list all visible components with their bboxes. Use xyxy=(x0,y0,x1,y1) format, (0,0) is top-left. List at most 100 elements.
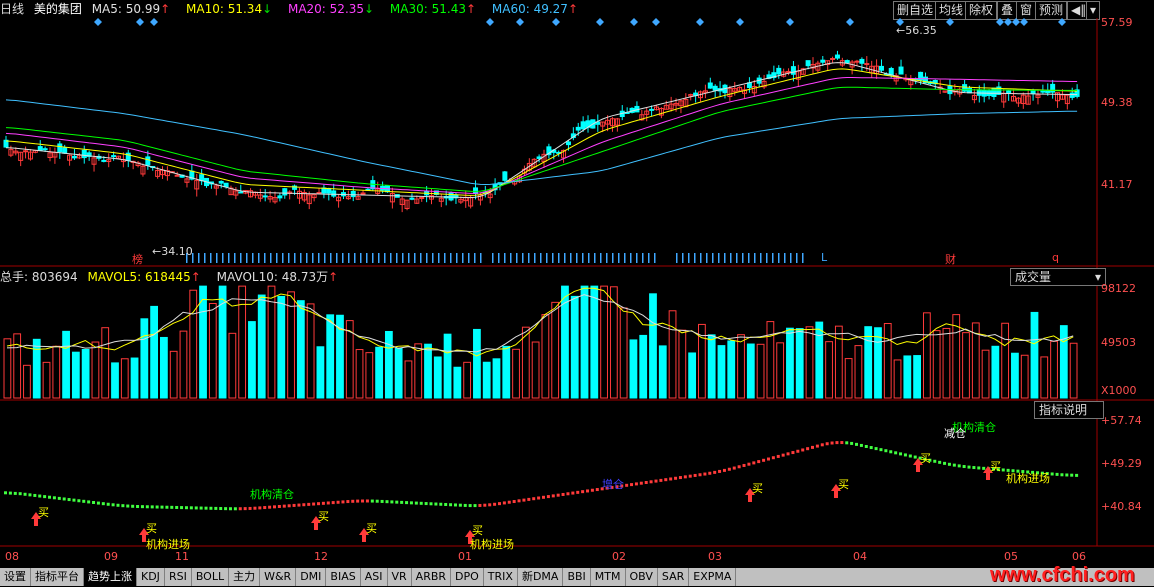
event-tick xyxy=(706,253,708,263)
signal-diamond-icon xyxy=(136,18,144,26)
mavol5-key: MAVOL5: xyxy=(87,270,142,284)
volume-bar xyxy=(707,334,716,399)
event-tick xyxy=(282,253,284,263)
volume-selector[interactable]: 成交量 ▾ xyxy=(1010,268,1106,286)
tab-8[interactable]: DMI xyxy=(296,568,327,586)
volume-bar xyxy=(932,330,941,399)
volume-bar xyxy=(991,345,1000,399)
indicator-dot xyxy=(933,459,937,463)
volume-bar xyxy=(570,295,579,399)
buy-label: 买 xyxy=(838,478,849,491)
candle-body xyxy=(331,190,337,197)
event-tick xyxy=(648,253,650,263)
volume-bar xyxy=(1040,356,1049,399)
event-tick xyxy=(540,253,542,263)
indicator-dot xyxy=(747,462,751,466)
indicator-dot xyxy=(972,466,976,470)
indicator-dot xyxy=(527,497,531,501)
volume-bar xyxy=(414,343,423,399)
indicator-dot xyxy=(150,505,154,509)
tab-7[interactable]: W&R xyxy=(260,568,297,586)
tab-5[interactable]: BOLL xyxy=(192,568,230,586)
event-tick xyxy=(700,253,702,263)
volume-bar xyxy=(150,305,159,399)
tab-0[interactable]: 设置 xyxy=(0,568,31,586)
indicator-dot xyxy=(273,505,276,509)
volume-bar xyxy=(717,345,726,399)
x-label-1: 09 xyxy=(104,550,118,563)
indicator-dot xyxy=(140,505,144,509)
tab-1[interactable]: 指标平台 xyxy=(31,568,84,586)
event-tick xyxy=(234,253,236,263)
tab-16[interactable]: BBI xyxy=(563,568,591,586)
indicator-dot xyxy=(669,477,673,481)
candle-body xyxy=(1030,89,1036,94)
event-tick xyxy=(300,253,302,263)
volume-bar xyxy=(375,346,383,399)
event-tick xyxy=(612,253,614,263)
event-tick xyxy=(618,253,620,263)
tab-20[interactable]: EXPMA xyxy=(689,568,737,586)
candle-body xyxy=(820,59,826,63)
tab-19[interactable]: SAR xyxy=(658,568,690,586)
tab-13[interactable]: DPO xyxy=(451,568,484,586)
volume-axis-mid: 49503 xyxy=(1101,336,1136,349)
indicator-dot xyxy=(815,444,819,448)
volume-bar xyxy=(727,340,736,399)
indicator-dot xyxy=(796,449,800,453)
tab-4[interactable]: RSI xyxy=(165,568,192,586)
volume-bar xyxy=(52,345,61,399)
volume-bar xyxy=(326,314,335,399)
indicator-dot xyxy=(414,501,418,505)
volume-bar xyxy=(179,330,188,399)
volume-bar xyxy=(805,326,814,399)
indicator-dot xyxy=(678,476,682,480)
signal-diamond-icon xyxy=(1012,18,1020,26)
volume-bar xyxy=(111,362,119,399)
mavol5-value: 618445 xyxy=(144,270,191,284)
indicator-dot xyxy=(268,505,272,509)
buy-label: 买 xyxy=(318,510,329,523)
candle-body xyxy=(707,82,713,89)
watermark: www.cfchi.com xyxy=(990,564,1135,586)
volume-bar xyxy=(101,327,110,399)
event-tick xyxy=(228,253,230,263)
tab-12[interactable]: ARBR xyxy=(412,568,452,586)
signal-diamond-icon xyxy=(786,18,794,26)
candle-body xyxy=(786,70,792,73)
tab-18[interactable]: OBV xyxy=(626,568,658,586)
indicator-dot xyxy=(830,441,834,445)
tab-10[interactable]: ASI xyxy=(361,568,388,586)
indicator-dot xyxy=(537,496,541,500)
event-tick xyxy=(420,253,422,263)
event-tick xyxy=(450,253,452,263)
tab-2[interactable]: 趋势上涨 xyxy=(84,568,137,586)
indicator-dot xyxy=(791,451,795,455)
indicator-dot xyxy=(121,504,125,508)
indicator-explain-button[interactable]: 指标说明 xyxy=(1034,401,1104,419)
event-tick xyxy=(246,253,248,263)
low-price-value: 34.10 xyxy=(161,245,193,258)
event-tick xyxy=(760,253,762,263)
tab-17[interactable]: MTM xyxy=(591,568,626,586)
tab-11[interactable]: VR xyxy=(388,568,412,586)
signal-diamond-icon xyxy=(552,18,560,26)
event-tick xyxy=(258,253,260,263)
tab-6[interactable]: 主力 xyxy=(229,568,261,586)
indicator-dot xyxy=(13,491,17,495)
signal-diamond-icon xyxy=(736,18,744,26)
tab-3[interactable]: KDJ xyxy=(137,568,165,586)
candle-body xyxy=(1050,83,1056,93)
volume-bar xyxy=(238,285,247,399)
volume-bar xyxy=(296,300,305,399)
tab-15[interactable]: 新DMA xyxy=(518,568,564,586)
volume-bar xyxy=(619,307,628,399)
tab-9[interactable]: BIAS xyxy=(326,568,361,586)
tab-14[interactable]: TRIX xyxy=(484,568,518,586)
volume-bar xyxy=(756,343,765,399)
indicator-dot xyxy=(209,506,213,510)
event-tick xyxy=(384,253,386,263)
volume-bar xyxy=(365,352,374,399)
indicator-dot xyxy=(96,501,100,505)
candle-body xyxy=(145,156,151,166)
